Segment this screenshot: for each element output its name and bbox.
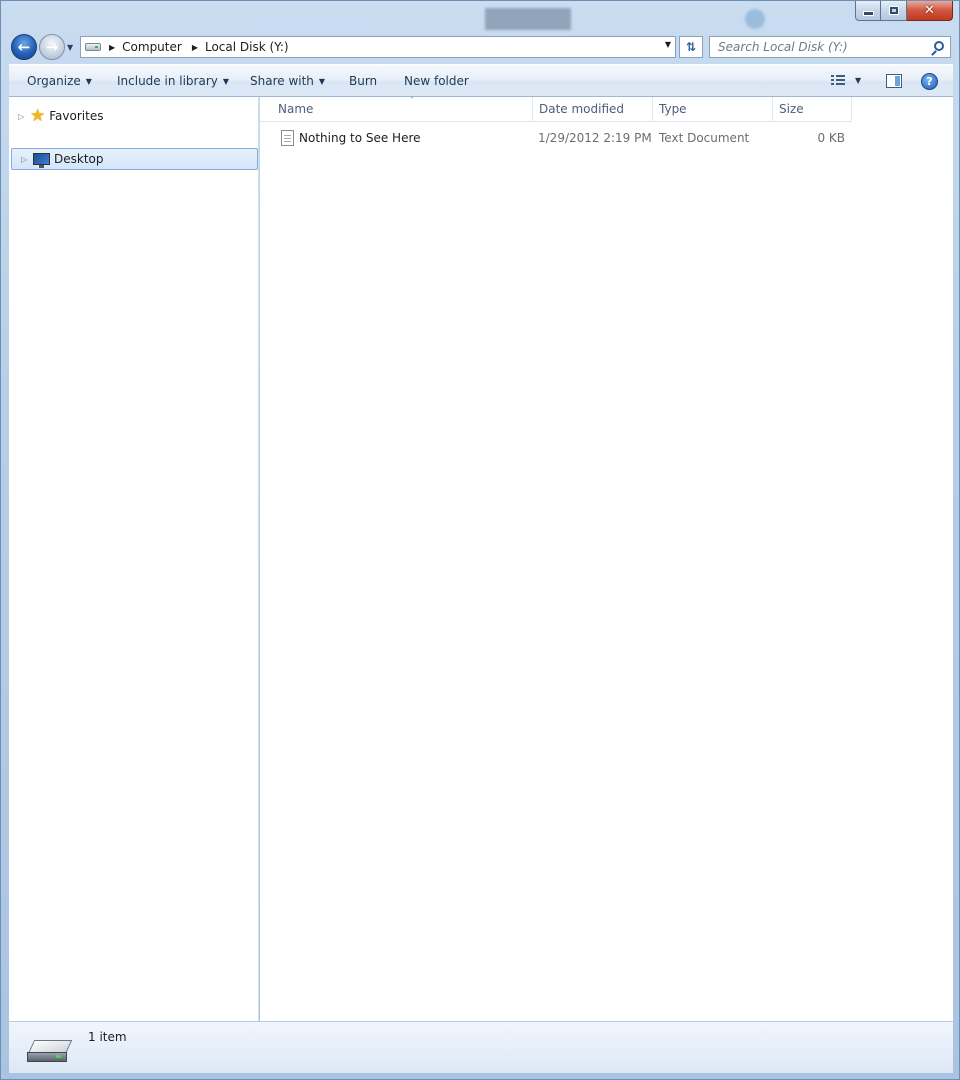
navigation-pane: ▷ ★ Favorites ▷ Desktop — [9, 97, 259, 1021]
background-tab — [577, 8, 633, 30]
column-label: Type — [659, 102, 687, 116]
search-input[interactable] — [710, 37, 920, 57]
desktop-icon — [33, 153, 50, 168]
expand-arrow-icon[interactable]: ▷ — [18, 112, 26, 121]
column-label: Date modified — [539, 102, 625, 116]
burn-label: Burn — [349, 74, 378, 88]
file-list-pane[interactable]: ˄ Name Date modified Type Size Nothing t… — [260, 96, 953, 1021]
column-header-date-modified[interactable]: Date modified — [533, 97, 653, 122]
nav-item-label: Desktop — [54, 152, 104, 166]
column-header-size[interactable]: Size — [773, 97, 852, 122]
refresh-button[interactable]: ⇅ — [679, 36, 703, 58]
breadcrumb-computer[interactable]: Computer — [122, 40, 182, 54]
maximize-button[interactable] — [881, 1, 907, 21]
column-label: Size — [779, 102, 804, 116]
chevron-down-icon: ▼ — [85, 77, 92, 86]
new-folder-button[interactable]: New folder — [404, 74, 469, 88]
background-tab — [715, 8, 739, 30]
include-in-library-label: Include in library — [117, 74, 218, 88]
chevron-down-icon: ▼ — [222, 77, 230, 86]
chevron-down-icon: ▼ — [67, 43, 74, 52]
column-label: Name — [278, 102, 314, 116]
item-count: 1 item — [88, 1030, 127, 1044]
explorer-window: ✕ ← → ▼ ▶ Computer ▶ Local Disk (Y:) ▼ ⇅… — [0, 0, 960, 1080]
preview-pane-icon[interactable] — [886, 74, 902, 88]
back-button[interactable]: ← — [11, 34, 37, 60]
nav-item-label: Favorites — [49, 109, 104, 123]
share-with-button[interactable]: Share with ▼ — [250, 74, 325, 88]
minimize-icon — [862, 11, 874, 16]
new-folder-label: New folder — [404, 74, 469, 88]
file-name: Nothing to See Here — [299, 131, 421, 145]
background-tab — [485, 8, 571, 30]
column-header-name[interactable]: ˄ Name — [272, 96, 533, 122]
recent-pages-dropdown[interactable]: ▼ — [67, 43, 73, 52]
file-type: Text Document — [659, 131, 750, 145]
maximize-icon — [888, 6, 899, 15]
close-icon: ✕ — [924, 3, 935, 18]
breadcrumb-local-disk[interactable]: Local Disk (Y:) — [205, 40, 289, 54]
background-tab — [745, 9, 765, 29]
address-bar[interactable]: ▶ Computer ▶ Local Disk (Y:) ▼ — [80, 36, 676, 58]
caption-buttons: ✕ — [855, 1, 953, 21]
nav-item-desktop[interactable]: ▷ Desktop — [11, 148, 258, 170]
change-view-icon[interactable] — [831, 75, 845, 87]
forward-button[interactable]: → — [39, 34, 65, 60]
background-tab — [639, 8, 709, 30]
organize-label: Organize — [27, 74, 81, 88]
chevron-down-icon: ▼ — [318, 77, 326, 86]
file-size: 0 KB — [817, 131, 845, 145]
command-bar: Organize ▼ Include in library ▼ Share with… — [9, 64, 953, 97]
star-icon: ★ — [30, 105, 46, 126]
close-button[interactable]: ✕ — [907, 1, 953, 21]
column-header-type[interactable]: Type — [653, 97, 773, 122]
search-icon[interactable] — [934, 41, 944, 51]
arrow-right-icon: → — [45, 38, 59, 56]
breadcrumb-arrow-icon[interactable]: ▶ — [192, 43, 198, 52]
expand-arrow-icon[interactable]: ▷ — [21, 155, 29, 164]
file-row[interactable]: Nothing to See Here 1/29/2012 2:19 PM Te… — [272, 127, 852, 149]
sort-ascending-icon: ˄ — [410, 96, 414, 105]
breadcrumb-arrow-icon[interactable]: ▶ — [109, 43, 115, 52]
arrow-left-icon: ← — [17, 38, 31, 56]
address-dropdown-icon[interactable]: ▼ — [665, 40, 671, 49]
file-date-modified: 1/29/2012 2:19 PM — [538, 131, 652, 145]
organize-button[interactable]: Organize ▼ — [27, 74, 92, 88]
refresh-icon: ⇅ — [685, 40, 697, 54]
share-with-label: Share with — [250, 74, 314, 88]
drive-icon — [85, 43, 101, 51]
help-icon[interactable]: ? — [921, 73, 938, 90]
burn-button[interactable]: Burn — [349, 74, 377, 88]
details-pane: 1 item — [9, 1021, 953, 1073]
nav-item-favorites[interactable]: ▷ ★ Favorites — [9, 105, 258, 127]
text-file-icon — [281, 130, 294, 146]
column-headers: ˄ Name Date modified Type Size — [260, 96, 852, 122]
hard-drive-icon — [27, 1040, 73, 1064]
minimize-button[interactable] — [855, 1, 881, 21]
search-box[interactable] — [709, 36, 951, 58]
include-in-library-button[interactable]: Include in library ▼ — [117, 74, 229, 88]
background-tabs — [485, 8, 765, 30]
view-options-dropdown-icon[interactable]: ▼ — [855, 76, 861, 85]
